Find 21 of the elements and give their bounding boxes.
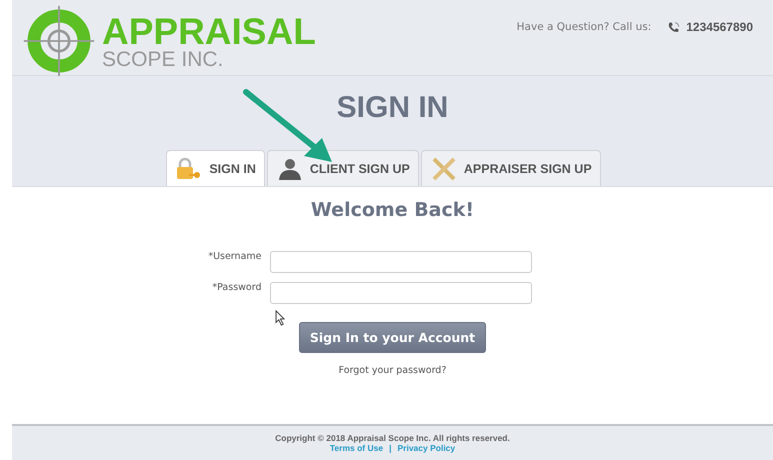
mouse-cursor-icon <box>274 310 286 326</box>
crossed-pencils-icon <box>430 156 458 180</box>
copyright-text: Copyright © 2018 Appraisal Scope Inc. All rights reserved. <box>275 433 510 443</box>
page-title: SIGN IN <box>336 91 448 126</box>
phone-number: 1234567890 <box>686 20 753 34</box>
tab[interactable]: CLIENT SIGN UP <box>266 150 419 186</box>
field-label: *Username <box>207 251 262 262</box>
tab[interactable]: SIGN IN <box>166 150 265 186</box>
forgot-password-link[interactable]: Forgot your password? <box>338 365 446 376</box>
tab[interactable]: APPRAISER SIGN UP <box>420 150 601 186</box>
phone-icon <box>667 20 680 34</box>
logo-subtitle: SCOPE INC. <box>102 48 224 70</box>
logo-name: APPRAISAL <box>102 12 316 50</box>
sign-in-button[interactable]: Sign In to your Account <box>298 322 486 353</box>
field-label: *Password <box>211 282 262 293</box>
input-field[interactable] <box>270 251 532 273</box>
contact-label: Have a Question? Call us: <box>516 21 652 33</box>
input-field[interactable] <box>270 282 532 304</box>
crosshair-logo-icon <box>22 4 96 78</box>
link-separator: | <box>389 443 392 453</box>
welcome-heading: Welcome Back! <box>310 199 474 221</box>
